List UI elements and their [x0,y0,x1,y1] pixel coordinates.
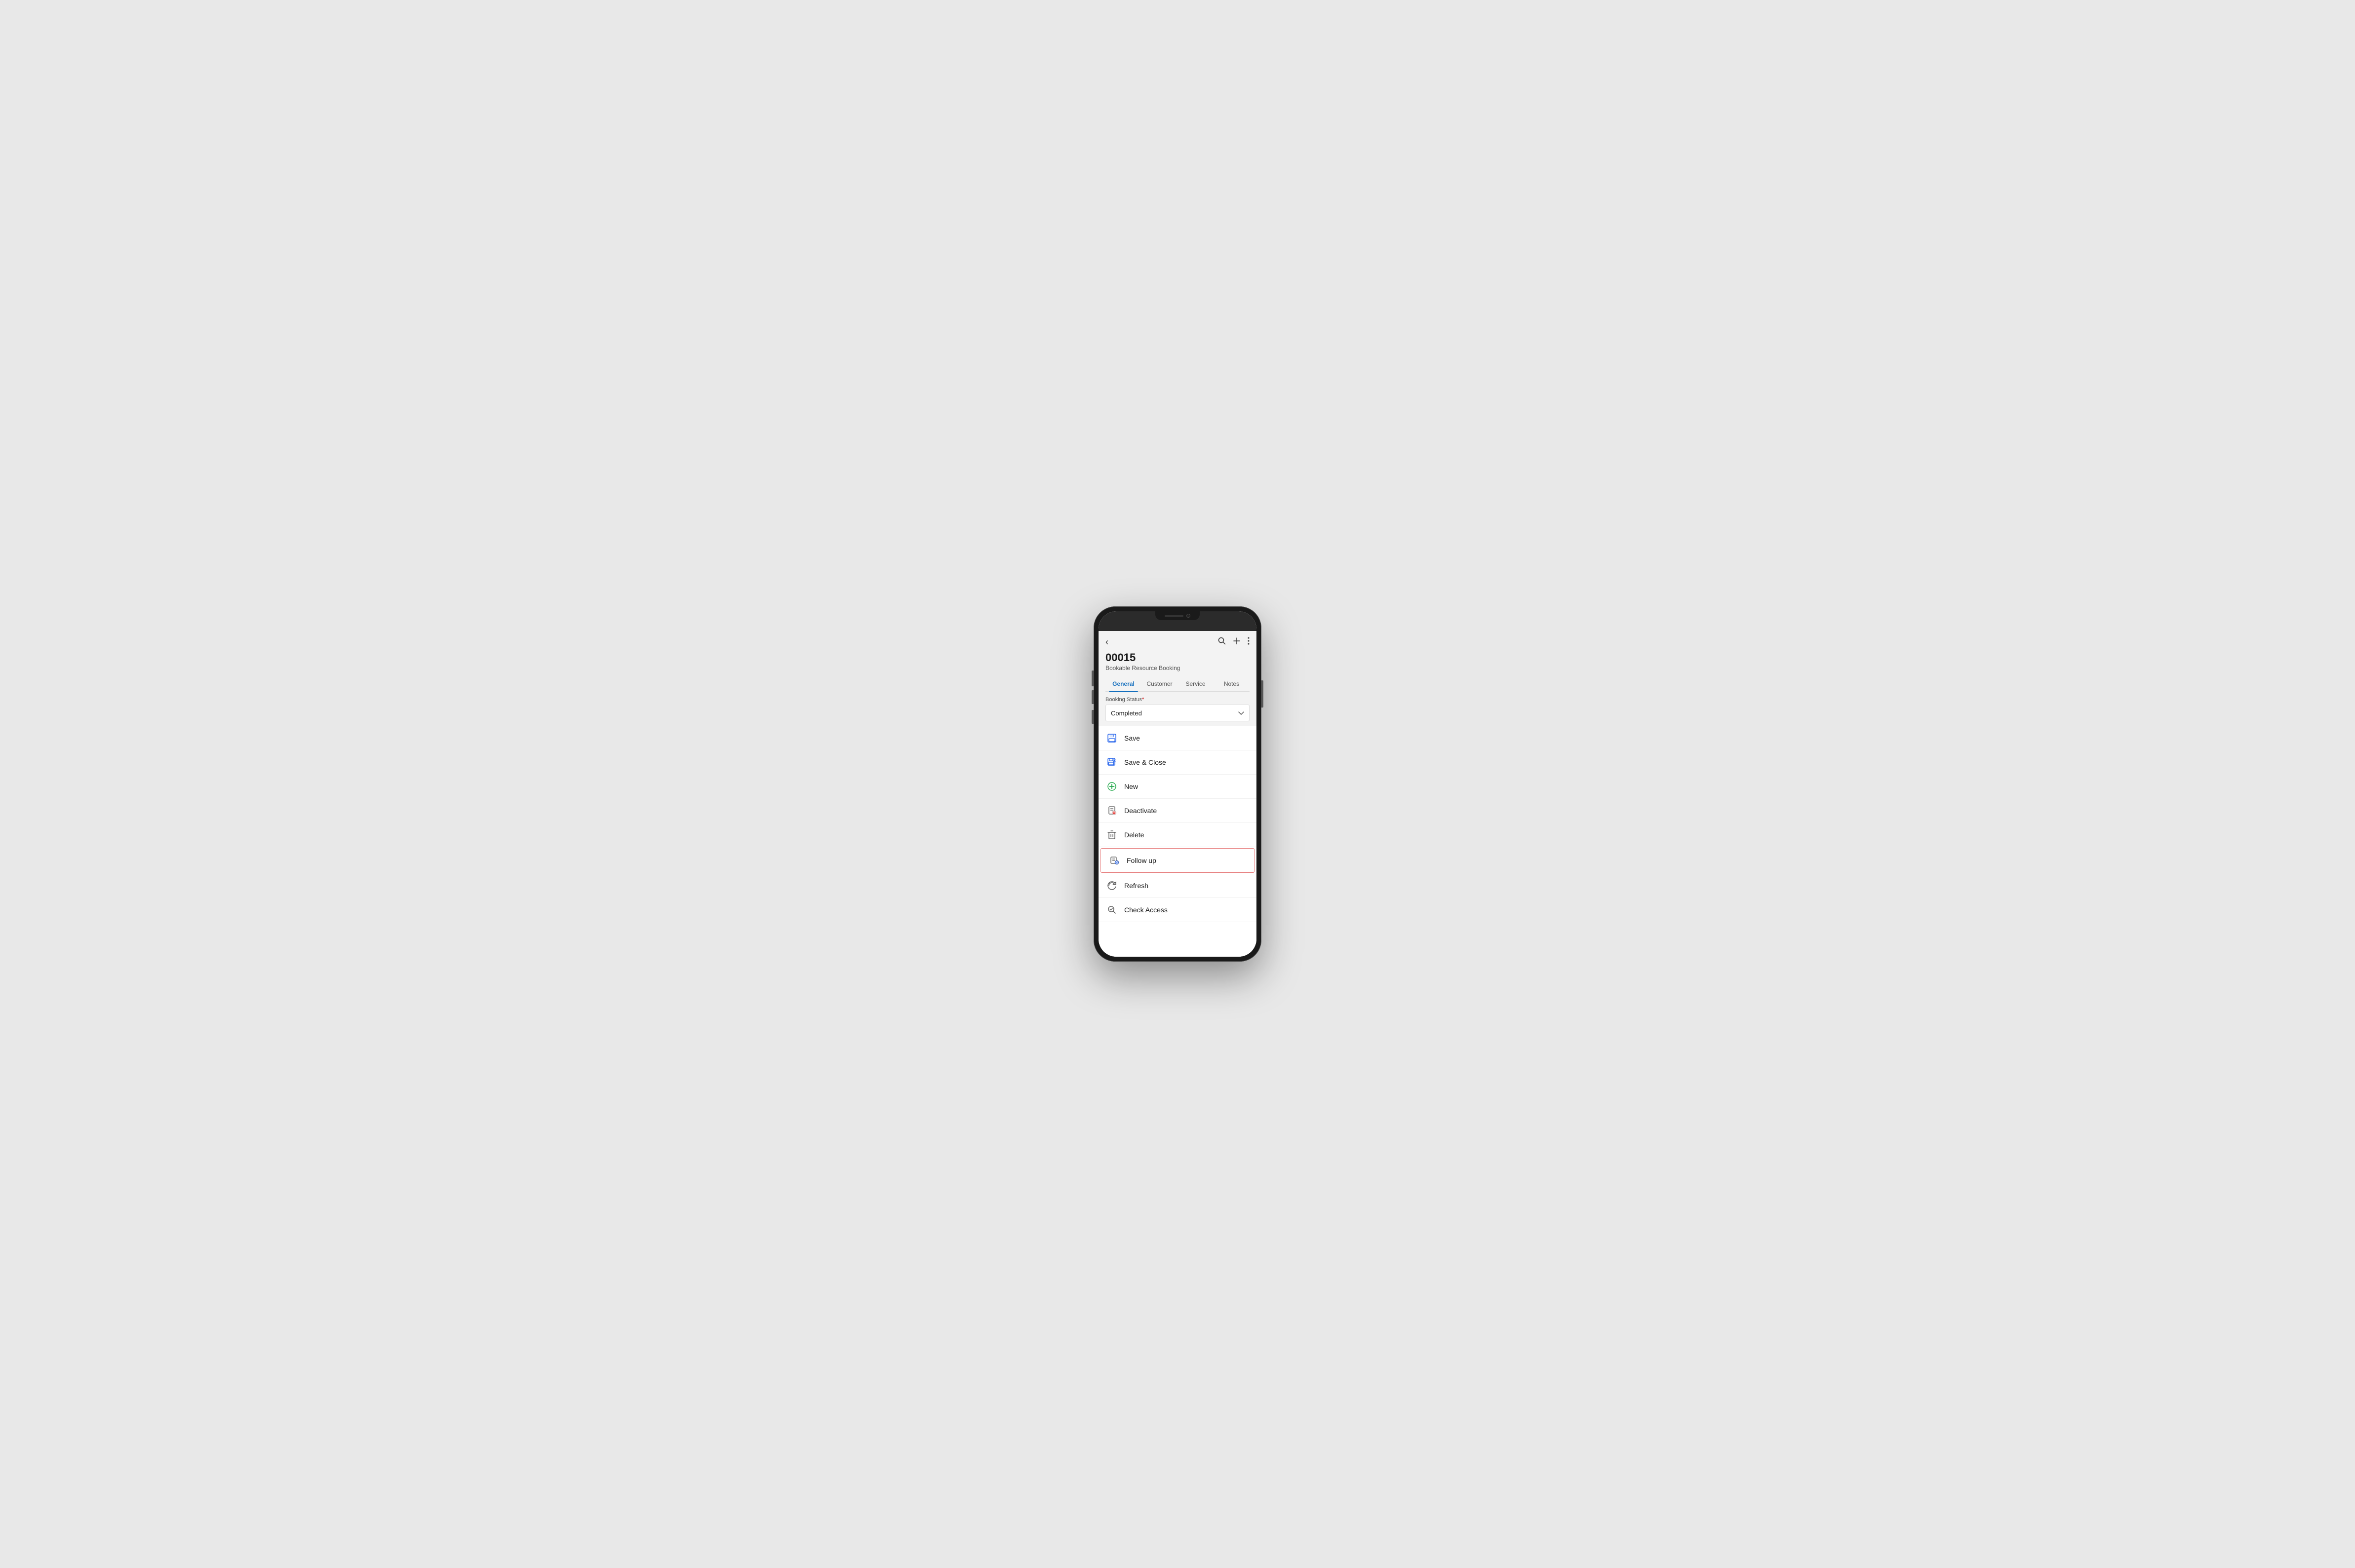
delete-icon [1106,829,1117,840]
action-menu: Save Save & Close [1099,726,1256,957]
follow-up-icon [1109,855,1120,866]
menu-item-refresh[interactable]: Refresh [1099,874,1256,898]
menu-item-follow-up[interactable]: Follow up [1101,848,1254,873]
booking-status-label: Booking Status* [1105,697,1250,703]
save-label: Save [1124,734,1140,742]
tab-notes[interactable]: Notes [1214,676,1250,691]
search-icon[interactable] [1218,637,1226,647]
menu-item-save-close[interactable]: Save & Close [1099,750,1256,775]
notch [1155,611,1200,620]
new-label: New [1124,783,1138,790]
save-close-label: Save & Close [1124,758,1166,766]
menu-item-delete[interactable]: Delete [1099,823,1256,847]
top-nav: ‹ [1105,636,1250,648]
required-indicator: * [1142,697,1144,703]
save-icon [1106,733,1117,744]
add-icon[interactable] [1233,637,1241,647]
tab-service[interactable]: Service [1178,676,1214,691]
booking-status-value: Completed [1111,709,1142,717]
menu-item-new[interactable]: New [1099,775,1256,799]
top-bar: ‹ [1099,631,1256,692]
app-content: ‹ [1099,631,1256,957]
tab-customer[interactable]: Customer [1141,676,1178,691]
booking-status-dropdown[interactable]: Completed [1105,705,1250,721]
more-icon[interactable] [1248,637,1250,647]
nav-right [1218,637,1250,647]
booking-status-section: Booking Status* Completed [1099,692,1256,726]
menu-item-save[interactable]: Save [1099,726,1256,750]
back-button[interactable]: ‹ [1105,636,1111,648]
phone-screen: ‹ [1099,611,1256,957]
tabs-bar: General Customer Service Notes [1105,676,1250,692]
check-access-icon [1106,904,1117,915]
phone-frame: ‹ [1094,606,1261,962]
save-close-icon [1106,757,1117,768]
tab-general[interactable]: General [1105,676,1141,691]
record-subtitle: Bookable Resource Booking [1105,665,1250,672]
camera [1186,614,1190,618]
refresh-label: Refresh [1124,882,1148,890]
new-icon [1106,781,1117,792]
menu-item-deactivate[interactable]: Deactivate [1099,799,1256,823]
deactivate-label: Deactivate [1124,807,1157,815]
delete-label: Delete [1124,831,1144,839]
status-bar [1099,611,1256,631]
check-access-label: Check Access [1124,906,1168,914]
deactivate-icon [1106,805,1117,816]
menu-item-check-access[interactable]: Check Access [1099,898,1256,922]
nav-left: ‹ [1105,636,1111,648]
speaker [1165,615,1183,617]
refresh-icon [1106,880,1117,891]
follow-up-label: Follow up [1127,857,1156,864]
record-id: 00015 [1105,652,1250,663]
chevron-down-icon [1238,709,1244,717]
